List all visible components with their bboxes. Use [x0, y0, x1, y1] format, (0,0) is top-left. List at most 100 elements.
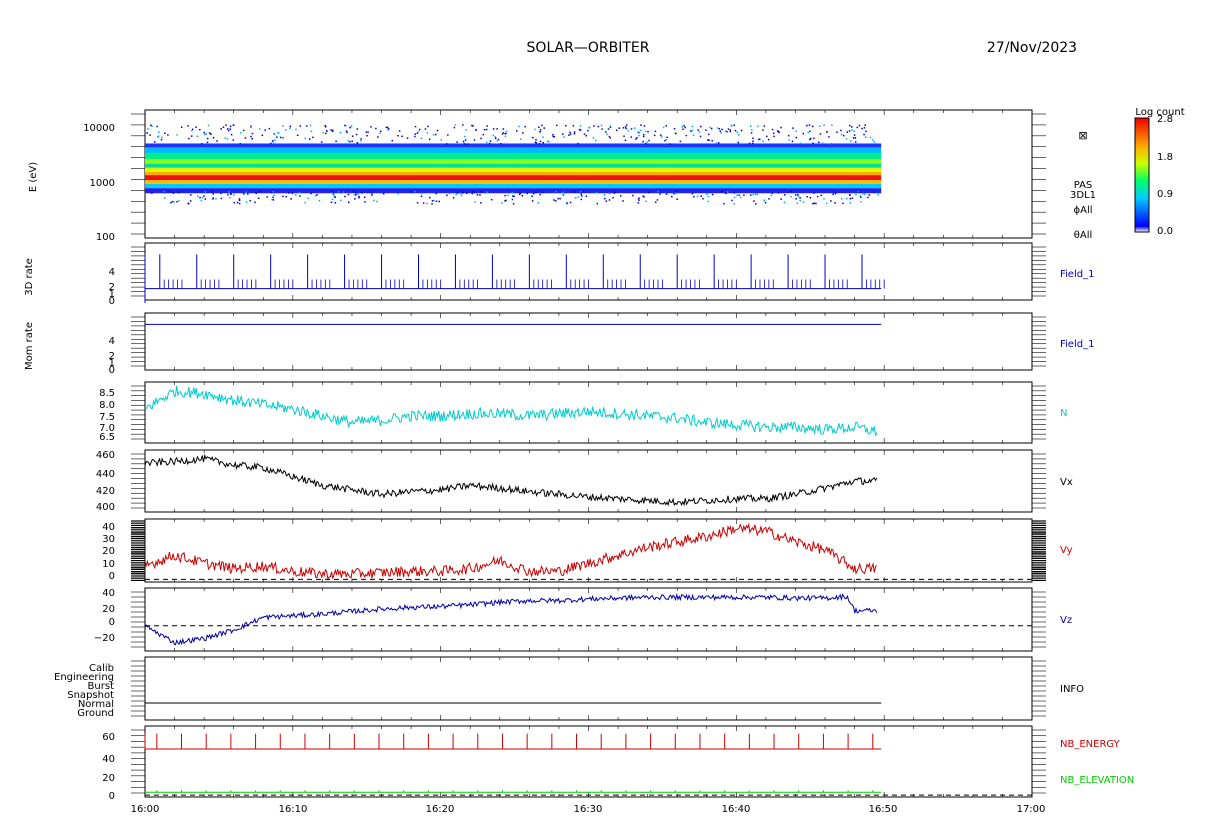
ytick-label: 0 — [109, 617, 115, 628]
spectrogram-pixel — [809, 196, 812, 199]
spectrogram-pixel — [627, 129, 629, 132]
spectrogram-pixel — [740, 129, 743, 132]
spectrogram-pixel — [417, 130, 420, 133]
spectrogram-pixel — [821, 142, 824, 144]
spectrogram-band — [145, 183, 882, 189]
spectrogram-pixel — [600, 124, 603, 127]
spectrogram-pixel — [476, 193, 479, 196]
spectrogram-pixel — [705, 129, 707, 131]
spectrogram-pixel — [618, 127, 620, 129]
spectrogram-pixel — [665, 138, 668, 141]
spectrogram-pixel — [577, 196, 579, 198]
spectrogram-pixel — [771, 128, 774, 131]
spectrogram-pixel — [195, 126, 197, 128]
spectrogram-pixel — [422, 202, 425, 204]
series-label: Vz — [1060, 615, 1072, 626]
spectrogram-pixel — [268, 127, 271, 130]
spectrogram-pixel — [482, 133, 485, 136]
spectrogram-pixel — [605, 200, 608, 202]
spectrogram-pixel — [295, 194, 297, 196]
spectrogram-pixel — [754, 193, 757, 195]
ytick-label: 20 — [102, 773, 115, 784]
spectrogram-pixel — [762, 129, 764, 131]
spectrogram-pixel — [164, 197, 166, 199]
spectrogram-pixel — [436, 129, 439, 132]
spectrogram-pixel — [298, 191, 301, 194]
spectrogram-pixel — [819, 133, 822, 135]
spectrogram-pixel — [857, 190, 860, 193]
spectrogram-pixel — [583, 133, 586, 135]
spectrogram-pixel — [675, 192, 678, 195]
spectrogram-pixel — [812, 142, 814, 145]
panel-frame — [144, 312, 1033, 371]
spectrogram-pixel — [864, 124, 867, 126]
spectrogram-pixel — [344, 195, 346, 198]
spectrogram-pixel — [474, 201, 476, 203]
spectrogram-pixel — [304, 201, 306, 204]
spectrogram-pixel — [569, 133, 572, 135]
spectrogram-pixel — [831, 124, 833, 127]
spectrogram-pixel — [710, 127, 713, 130]
spectrogram-pixel — [630, 136, 633, 138]
spectrogram-pixel — [228, 191, 230, 193]
spectrogram-pixel — [609, 125, 611, 127]
spectrogram-pixel — [669, 143, 672, 145]
spectrogram-pixel — [210, 191, 213, 193]
spectrogram-pixel — [232, 139, 235, 141]
spectrogram-pixel — [711, 193, 714, 196]
spectrogram-pixel — [720, 190, 723, 193]
spectrogram-pixel — [797, 195, 800, 198]
spectrogram-pixel — [238, 198, 241, 200]
ytick-label: 0 — [109, 791, 115, 802]
spectrogram-pixel — [475, 129, 477, 131]
spectrogram-pixel — [421, 192, 423, 195]
spectrogram-pixel — [659, 193, 661, 195]
spectrogram-pixel — [462, 124, 464, 126]
spectrogram-pixel — [364, 201, 366, 203]
spectrogram-pixel — [271, 191, 273, 194]
spectrogram-pixel — [270, 142, 272, 145]
ytick-label: 40 — [102, 588, 115, 599]
spectrogram-pixel — [605, 131, 607, 133]
spectrogram-pixel — [780, 198, 782, 200]
spectrogram-pixel — [312, 136, 314, 139]
spectrogram-pixel — [861, 127, 863, 130]
spectrogram-pixel — [299, 195, 301, 197]
time-tick-label: 16:10 — [279, 804, 308, 815]
spectrogram-pixel — [676, 198, 678, 201]
spectrogram-pixel — [563, 136, 565, 138]
spectrogram-pixel — [733, 196, 736, 199]
spectrogram-pixel — [239, 131, 242, 134]
spectrogram-pixel — [382, 192, 385, 195]
spectrogram-pixel — [556, 124, 558, 127]
spectrogram-pixel — [351, 140, 353, 142]
spectrogram-pixel — [752, 193, 755, 196]
time-tick-label: 16:40 — [722, 804, 751, 815]
spectrogram-pixel — [486, 125, 488, 127]
spectrogram-pixel — [840, 133, 843, 136]
spectrogram-pixel — [682, 128, 684, 131]
spectrogram-pixel — [418, 128, 421, 131]
spectrogram-pixel — [191, 128, 194, 131]
spectrogram-pixel — [199, 196, 201, 199]
spectrogram-pixel — [410, 190, 412, 193]
spectrogram-pixel — [852, 137, 855, 139]
spectrogram-pixel — [683, 125, 685, 127]
spectrogram-pixel — [272, 199, 275, 201]
spectrogram-pixel — [349, 126, 351, 129]
panel-frame — [144, 725, 1033, 798]
spectrogram-pixel — [238, 202, 241, 205]
spectrogram-pixel — [541, 124, 543, 127]
spectrogram-pixel — [466, 192, 468, 195]
spectrogram-pixel — [531, 195, 533, 198]
spectrogram-pixel — [648, 139, 650, 142]
spectrogram-pixel — [466, 143, 469, 145]
spectrogram-pixel — [163, 191, 165, 193]
spectrogram-pixel — [813, 137, 815, 140]
spectrogram-pixel — [637, 202, 640, 204]
spectrogram-pixel — [823, 124, 825, 126]
spectrogram-pixel — [230, 193, 232, 196]
spectrogram-pixel — [555, 200, 557, 202]
spectrogram-pixel — [622, 127, 625, 129]
spectrogram-pixel — [808, 138, 811, 141]
